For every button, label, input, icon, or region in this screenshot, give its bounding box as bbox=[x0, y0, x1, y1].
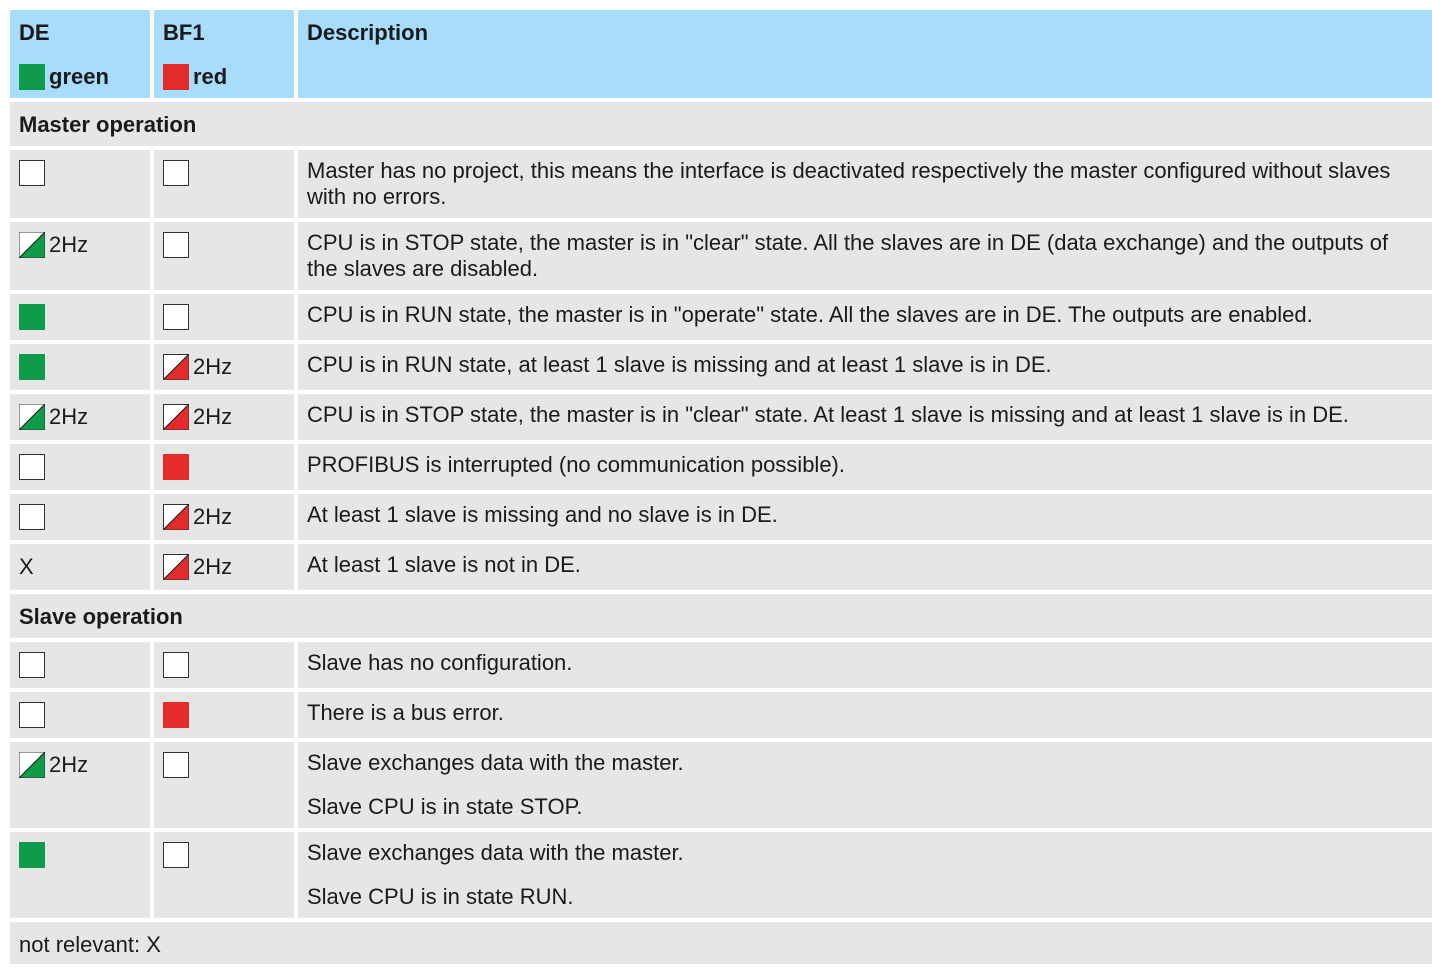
table-row: Master has no project, this means the in… bbox=[10, 150, 1432, 218]
row-description: CPU is in RUN state, at least 1 slave is… bbox=[307, 352, 1052, 377]
led-off-icon bbox=[163, 842, 189, 868]
header-de-title: DE bbox=[19, 20, 50, 45]
green-led-legend-icon bbox=[19, 64, 45, 90]
row-description: At least 1 slave is missing and no slave… bbox=[307, 502, 778, 527]
row-description: CPU is in RUN state, the master is in "o… bbox=[307, 302, 1313, 327]
led-off-icon bbox=[163, 304, 189, 330]
red-led-legend-icon bbox=[163, 64, 189, 90]
led-off-icon bbox=[163, 652, 189, 678]
green-blink-led-icon bbox=[19, 232, 45, 258]
header-bf1-title: BF1 bbox=[163, 20, 205, 45]
table-header: DE green BF1 red Description bbox=[10, 10, 1432, 98]
row-description: Slave has no configuration. bbox=[307, 650, 573, 675]
header-bf1: BF1 red bbox=[154, 10, 294, 98]
section-master-operation: Master operation bbox=[10, 102, 1432, 146]
blink-frequency: 2Hz bbox=[193, 354, 233, 379]
row-description: There is a bus error. bbox=[307, 700, 504, 725]
red-blink-led-icon bbox=[163, 354, 189, 380]
green-led-on-icon bbox=[19, 304, 45, 330]
table-row: Slave has no configuration. bbox=[10, 642, 1432, 688]
led-off-icon bbox=[19, 652, 45, 678]
table-row: 2Hz At least 1 slave is missing and no s… bbox=[10, 494, 1432, 540]
led-off-icon bbox=[19, 504, 45, 530]
header-de-color-label: green bbox=[49, 64, 109, 89]
red-blink-led-icon bbox=[163, 554, 189, 580]
table-row: CPU is in RUN state, the master is in "o… bbox=[10, 294, 1432, 340]
table-row: X 2Hz At least 1 slave is not in DE. bbox=[10, 544, 1432, 590]
green-led-on-icon bbox=[19, 842, 45, 868]
table-row: 2Hz CPU is in STOP state, the master is … bbox=[10, 222, 1432, 290]
row-description-state: Slave CPU is in state STOP. bbox=[307, 794, 583, 819]
table-row: There is a bus error. bbox=[10, 692, 1432, 738]
header-description-title: Description bbox=[307, 20, 429, 45]
led-off-icon bbox=[163, 160, 189, 186]
table-row: PROFIBUS is interrupted (no communicatio… bbox=[10, 444, 1432, 490]
green-blink-led-icon bbox=[19, 404, 45, 430]
green-blink-led-icon bbox=[19, 752, 45, 778]
table-footer-note: not relevant: X bbox=[10, 922, 1432, 964]
red-blink-led-icon bbox=[163, 404, 189, 430]
blink-frequency: 2Hz bbox=[49, 232, 89, 257]
led-status-table: DE green BF1 red Description Master oper… bbox=[10, 10, 1432, 964]
row-description: Master has no project, this means the in… bbox=[307, 158, 1391, 209]
red-led-on-icon bbox=[163, 454, 189, 480]
led-off-icon bbox=[163, 752, 189, 778]
red-blink-led-icon bbox=[163, 504, 189, 530]
blink-frequency: 2Hz bbox=[193, 504, 233, 529]
row-description: At least 1 slave is not in DE. bbox=[307, 552, 581, 577]
table-row: 2Hz CPU is in RUN state, at least 1 slav… bbox=[10, 344, 1432, 390]
not-relevant-mark: X bbox=[19, 554, 34, 579]
header-description: Description bbox=[298, 10, 1432, 98]
row-description: Slave exchanges data with the master. bbox=[307, 750, 684, 775]
green-led-on-icon bbox=[19, 354, 45, 380]
led-off-icon bbox=[19, 702, 45, 728]
blink-frequency: 2Hz bbox=[49, 752, 89, 777]
led-off-icon bbox=[19, 454, 45, 480]
red-led-on-icon bbox=[163, 702, 189, 728]
blink-frequency: 2Hz bbox=[193, 404, 233, 429]
blink-frequency: 2Hz bbox=[193, 554, 233, 579]
header-de: DE green bbox=[10, 10, 150, 98]
row-description-state: Slave CPU is in state RUN. bbox=[307, 884, 574, 909]
led-off-icon bbox=[163, 232, 189, 258]
header-bf1-color-label: red bbox=[193, 64, 228, 89]
section-slave-operation: Slave operation bbox=[10, 594, 1432, 638]
blink-frequency: 2Hz bbox=[49, 404, 89, 429]
table-row: 2Hz 2Hz CPU is in STOP state, the master… bbox=[10, 394, 1432, 440]
row-description: PROFIBUS is interrupted (no communicatio… bbox=[307, 452, 845, 477]
table-row: Slave exchanges data with the master. Sl… bbox=[10, 832, 1432, 918]
table-row: 2Hz Slave exchanges data with the master… bbox=[10, 742, 1432, 828]
row-description: CPU is in STOP state, the master is in "… bbox=[307, 402, 1349, 427]
row-description: Slave exchanges data with the master. bbox=[307, 840, 684, 865]
led-off-icon bbox=[19, 160, 45, 186]
row-description: CPU is in STOP state, the master is in "… bbox=[307, 230, 1389, 281]
